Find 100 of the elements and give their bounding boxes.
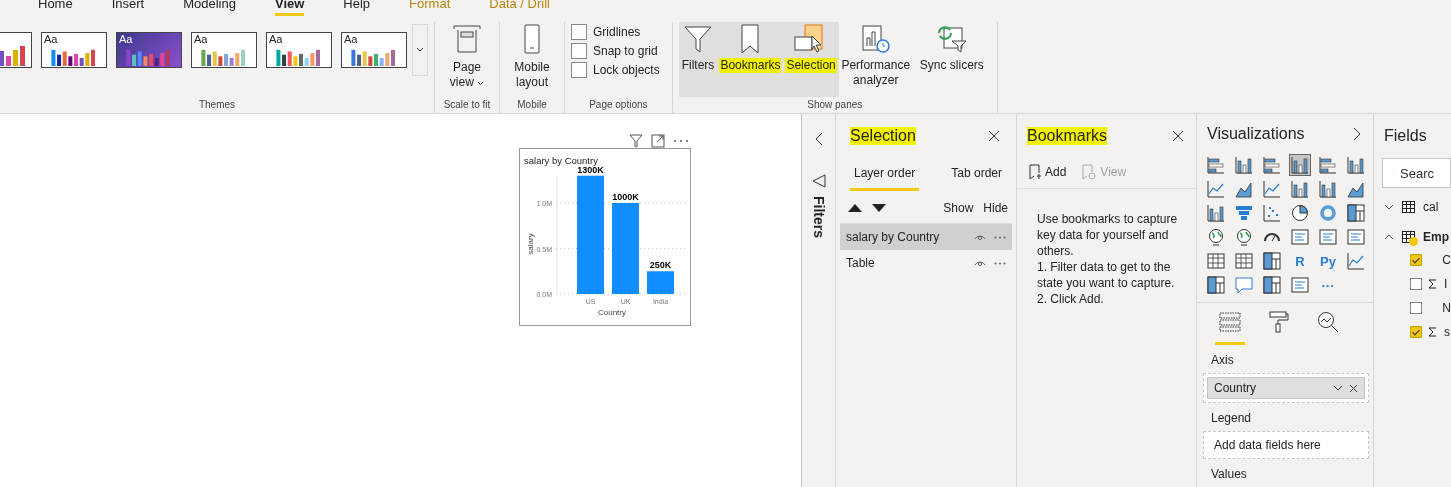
stopwatch-chart-icon	[860, 24, 891, 54]
axis-title: Country	[598, 308, 626, 317]
checkbox[interactable]	[571, 24, 587, 40]
eye-icon[interactable]	[974, 233, 986, 241]
checkbox-option[interactable]: Gridlines	[571, 24, 641, 40]
visual-type-button[interactable]: Py	[1317, 250, 1339, 272]
visual-type-button[interactable]: ···	[1317, 274, 1339, 296]
theme-swatch[interactable]: Aa	[266, 32, 332, 68]
pane-title: Fields	[1384, 127, 1427, 145]
area-chart-icon	[1347, 180, 1365, 198]
globe-icon	[1235, 228, 1253, 246]
chevron-up-icon[interactable]	[1384, 234, 1394, 240]
pane-toggle-button[interactable]: Sync slicers	[916, 22, 987, 97]
line-chart-icon	[1207, 180, 1225, 198]
table-name[interactable]: Emp	[1423, 230, 1449, 244]
pane-toggle-button[interactable]: Filters	[678, 22, 718, 97]
more-options-icon[interactable]	[994, 235, 1006, 239]
visual-type-button[interactable]	[1345, 202, 1367, 224]
chevron-down-icon[interactable]	[1333, 385, 1343, 391]
chart-title: salary by Country	[523, 154, 599, 166]
card-icon	[1291, 228, 1309, 246]
more-options-icon[interactable]	[994, 261, 1006, 265]
checkbox-option[interactable]: Snap to grid	[571, 43, 658, 59]
theme-sample-text: Aa	[44, 34, 59, 45]
bar-chart-icon	[1263, 156, 1281, 174]
eye-icon[interactable]	[974, 259, 986, 267]
scatter-chart-icon	[1263, 204, 1281, 222]
checkbox[interactable]	[1410, 254, 1422, 266]
treemap-icon	[1263, 276, 1281, 294]
column-chart-icon	[1207, 204, 1225, 222]
data-label: 250K	[649, 260, 672, 271]
pane-tab[interactable]: Tab order	[947, 158, 1006, 191]
chevron-right-icon[interactable]	[1353, 127, 1361, 141]
chevron-down-icon[interactable]	[1384, 204, 1394, 210]
checkbox[interactable]	[1410, 326, 1422, 338]
field-row[interactable]: N	[1374, 296, 1451, 320]
field-name[interactable]: I	[1444, 277, 1448, 291]
layer-item[interactable]: Table	[840, 250, 1012, 276]
pane-toggle-button[interactable]: Performance analyzer	[838, 22, 913, 97]
checkbox-option[interactable]: Lock objects	[571, 62, 660, 78]
visual-type-button[interactable]	[1261, 250, 1283, 272]
theme-sample-text: Aa	[269, 34, 284, 45]
pane-toggle-button[interactable]: Bookmarks	[717, 22, 784, 97]
group-caption: Themes	[198, 98, 236, 112]
add-bookmark-button[interactable]: Add	[1029, 164, 1067, 180]
field-drop-zone[interactable]: Add data fields here	[1203, 431, 1369, 459]
visual-type-button[interactable]	[1261, 274, 1283, 296]
checkbox[interactable]	[1410, 302, 1422, 314]
visual-type-button[interactable]	[1233, 250, 1255, 272]
page-view-button[interactable]: Page view	[441, 22, 493, 90]
field-name: Country	[1214, 381, 1257, 395]
layer-item[interactable]: salary by Country	[840, 224, 1012, 250]
filters-pane-label[interactable]: Filters	[810, 196, 827, 238]
visual-type-button[interactable]	[1205, 250, 1227, 272]
field-name[interactable]: s	[1444, 325, 1450, 339]
column-chart-icon	[1319, 180, 1337, 198]
table-name[interactable]: cal	[1423, 200, 1439, 214]
bar-chart-icon	[1207, 156, 1225, 174]
pane-title: Selection	[850, 127, 916, 145]
visual-type-button[interactable]	[1205, 274, 1227, 296]
group-caption: Scale to fit	[443, 98, 491, 112]
filter-icon	[811, 174, 826, 188]
chevron-left-icon[interactable]	[813, 132, 824, 146]
card-icon	[1347, 228, 1365, 246]
theme-swatch[interactable]: Aa	[191, 32, 257, 68]
checkbox[interactable]	[571, 43, 587, 59]
pie-chart-icon	[1291, 204, 1309, 222]
pane-tab[interactable]: Layer order	[850, 158, 920, 191]
theme-sample-text: Aa	[344, 34, 359, 45]
data-label: 1300K	[577, 166, 604, 175]
paint-roller-icon	[1269, 311, 1289, 333]
remove-icon[interactable]	[1349, 383, 1358, 393]
data-label: 1000K	[612, 192, 639, 202]
hide-link[interactable]: Hide	[983, 201, 1008, 215]
column-chart-icon	[1347, 156, 1365, 174]
field-name[interactable]: N	[1442, 301, 1451, 315]
treemap-icon	[1207, 276, 1225, 294]
caret-icon	[477, 81, 485, 86]
search-box[interactable]: Searc	[1382, 158, 1451, 188]
move-down-icon[interactable]	[872, 204, 886, 212]
field-row[interactable]: C	[1374, 248, 1451, 272]
field-name[interactable]: C	[1442, 253, 1451, 267]
phone-icon	[523, 24, 541, 54]
funnel-chart-icon	[1235, 204, 1253, 222]
close-icon[interactable]	[988, 130, 1000, 142]
close-icon[interactable]	[1172, 130, 1184, 142]
visual-type-button[interactable]: R	[1289, 250, 1311, 272]
checkbox[interactable]	[571, 62, 587, 78]
area-chart-icon	[1235, 180, 1253, 198]
theme-swatch[interactable]: Aa	[116, 32, 182, 68]
mobile-layout-button[interactable]: Mobile layout	[506, 22, 558, 90]
pane-toggle-button[interactable]: Selection	[783, 22, 839, 97]
theme-swatch[interactable]: Aa	[341, 32, 407, 68]
checkbox[interactable]	[1410, 278, 1422, 290]
move-up-icon[interactable]	[848, 204, 862, 212]
visual-type-button[interactable]	[1289, 202, 1311, 224]
show-link[interactable]: Show	[943, 201, 974, 215]
card-icon	[1291, 276, 1309, 294]
bookmark-icon	[740, 24, 761, 54]
theme-swatch[interactable]: Aa	[41, 32, 107, 68]
